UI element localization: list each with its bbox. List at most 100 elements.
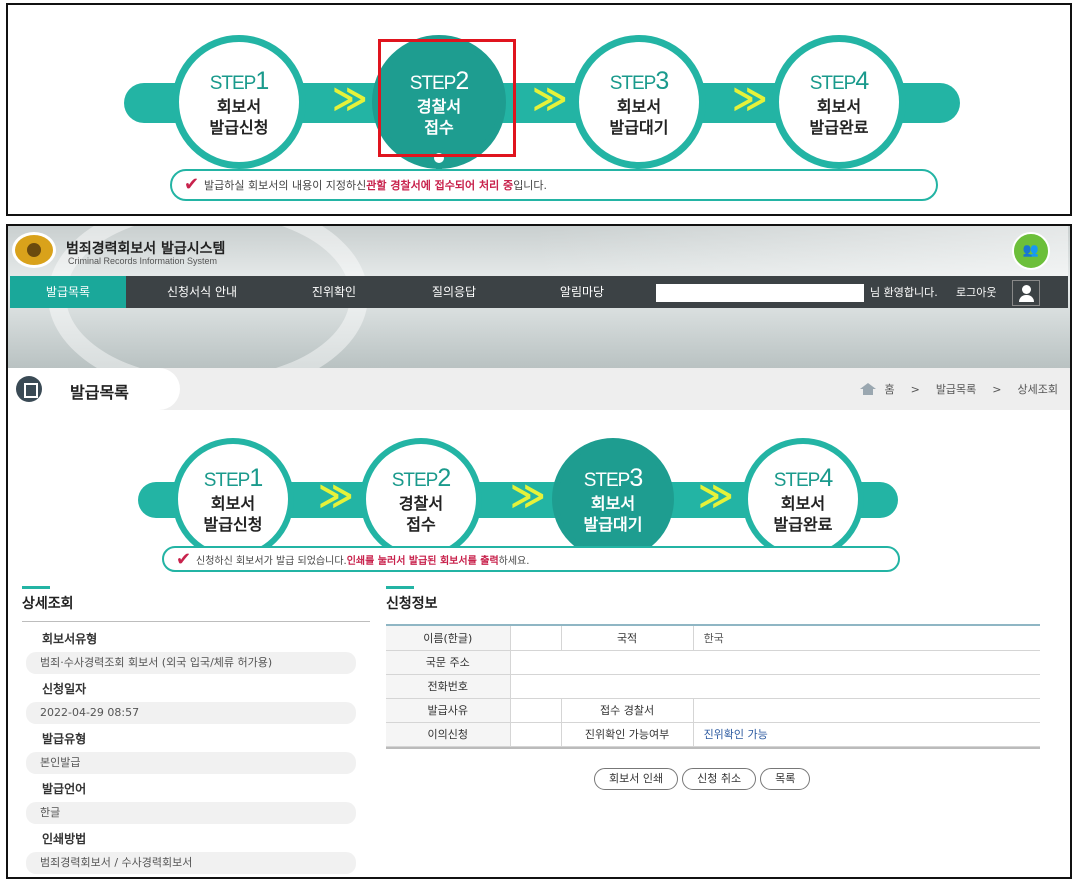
main-step-bar: STEP1 회보서 발급신청 ≫ STEP2 경찰서 접수 ≫ STEP3 회보… — [138, 438, 900, 574]
message-text: 신청하신 회보서가 발급 되었습니다. — [196, 555, 347, 567]
table-cell: 진위확인 가능 — [693, 722, 1040, 747]
step-number: 2 — [437, 463, 451, 492]
site-header: 범죄경력회보서 발급시스템 Criminal Records Informati… — [8, 226, 1070, 368]
main-step-3: STEP3 회보서 발급대기 — [552, 438, 674, 560]
step-label: STEP — [773, 469, 821, 491]
users-badge-icon[interactable]: 👥 — [1012, 232, 1050, 270]
nav-item-qna[interactable]: 질의응답 — [390, 276, 518, 308]
top-step-panel: STEP1 회보서 발급신청 ≫ STEP2 경찰서 접수 ≫ STEP3 회보… — [6, 3, 1072, 216]
top-step-3: STEP3 회보서 발급대기 — [572, 35, 706, 169]
step-line2: 접수 — [406, 514, 436, 534]
system-title[interactable]: 범죄경력회보서 발급시스템 — [66, 238, 225, 258]
check-icon: ✔ — [184, 174, 200, 195]
print-button[interactable]: 회보서 인쇄 — [594, 768, 679, 790]
step-label: STEP — [391, 469, 439, 491]
message-highlight: 인쇄를 눌러서 발급된 회보서를 출력 — [346, 555, 499, 567]
check-icon: ✔ — [176, 549, 192, 570]
nav-item-issue-list[interactable]: 발급목록 — [10, 276, 126, 308]
step-label: STEP — [809, 72, 857, 94]
info-table: 이름(한글) 국적 한국 국문 주소 전화번호 발급사유 접수 경찰서 이의신청 — [386, 624, 1040, 749]
table-row: 발급사유 접수 경찰서 — [386, 698, 1040, 723]
table-header-cell: 이의신청 — [386, 722, 511, 747]
table-header-cell: 진위확인 가능여부 — [561, 722, 694, 747]
step-line2: 발급대기 — [609, 117, 669, 137]
step-line1: 회보서 — [210, 493, 256, 513]
top-step-bar: STEP1 회보서 발급신청 ≫ STEP2 경찰서 접수 ≫ STEP3 회보… — [124, 35, 960, 214]
table-header-cell: 전화번호 — [386, 674, 511, 699]
home-icon[interactable] — [860, 383, 877, 395]
user-icon[interactable] — [1012, 280, 1040, 306]
table-row: 이름(한글) 국적 한국 — [386, 626, 1040, 651]
step-message: ✔ 발급하실 회보서의 내용이 지정하신 관할 경찰서에 접수되어 처리 중 입… — [170, 169, 938, 201]
redacted-username — [656, 284, 864, 302]
police-emblem-icon[interactable] — [12, 232, 56, 268]
top-step-1: STEP1 회보서 발급신청 — [172, 35, 306, 169]
app-screenshot-panel: 범죄경력회보서 발급시스템 Criminal Records Informati… — [6, 224, 1072, 879]
logout-link[interactable]: 로그아웃 — [956, 284, 996, 302]
detail-title: 상세조회 — [22, 593, 370, 622]
message-suffix: 하세요. — [498, 555, 530, 567]
step-label: STEP — [583, 469, 631, 491]
main-step-2: STEP2 경찰서 접수 — [360, 438, 482, 560]
step-message: ✔ 신청하신 회보서가 발급 되었습니다. 인쇄를 눌러서 발급된 회보서를 출… — [162, 546, 900, 572]
action-buttons: 회보서 인쇄 신청 취소 목록 — [594, 768, 814, 790]
message-highlight: 관할 경찰서에 접수되어 처리 중 — [366, 179, 514, 192]
list-button[interactable]: 목록 — [760, 768, 811, 790]
chevron-right-icon: ≫ — [318, 476, 353, 516]
step-number: 1 — [249, 463, 263, 492]
top-step-4: STEP4 회보서 발급완료 — [772, 35, 906, 169]
step-number: 4 — [855, 66, 869, 95]
step-label: STEP — [209, 72, 257, 94]
breadcrumb-home[interactable]: 홈 — [884, 381, 894, 397]
welcome-text: 님 환영합니다. — [870, 286, 938, 299]
step-line1: 회보서 — [816, 96, 862, 116]
cancel-request-button[interactable]: 신청 취소 — [682, 768, 757, 790]
detail-value: 2022-04-29 08:57 — [26, 702, 356, 724]
nav-item-verify[interactable]: 진위확인 — [278, 276, 390, 308]
table-header-cell: 접수 경찰서 — [561, 698, 694, 723]
breadcrumb: 홈 > 발급목록 > 상세조회 — [860, 381, 1058, 397]
section-accent — [386, 586, 414, 589]
step-label: STEP — [609, 72, 657, 94]
step-number: 4 — [819, 463, 833, 492]
step-line2: 발급완료 — [809, 117, 869, 137]
message-suffix: 입니다. — [513, 179, 548, 192]
step-line1: 경찰서 — [398, 493, 444, 513]
page-title: 발급목록 — [70, 383, 129, 402]
step-line1: 회보서 — [780, 493, 826, 513]
section-accent — [22, 586, 50, 589]
detail-section-header: 상세조회 — [22, 586, 370, 622]
chevron-right-icon: ≫ — [532, 79, 567, 119]
breadcrumb-separator: > — [910, 382, 920, 396]
table-row: 국문 주소 — [386, 650, 1040, 675]
nav-item-notice[interactable]: 알림마당 — [518, 276, 646, 308]
detail-label: 인쇄방법 — [42, 832, 87, 846]
step-number: 3 — [655, 66, 669, 95]
table-row: 전화번호 — [386, 674, 1040, 699]
table-header-cell: 이름(한글) — [386, 626, 511, 651]
table-cell — [693, 698, 1040, 723]
detail-value: 범죄·수사경력조회 회보서 (외국 입국/체류 허가용) — [26, 652, 356, 674]
step-label: STEP — [203, 469, 251, 491]
page-header: 발급목록 — [8, 368, 180, 410]
table-row: 이의신청 진위확인 가능여부 진위확인 가능 — [386, 722, 1040, 747]
table-header-cell: 국적 — [561, 626, 694, 651]
message-text: 발급하실 회보서의 내용이 지정하신 — [204, 179, 367, 192]
step-line2: 발급신청 — [209, 117, 269, 137]
breadcrumb-detail: 상세조회 — [1017, 383, 1058, 396]
main-step-1: STEP1 회보서 발급신청 — [172, 438, 294, 560]
step-line2: 발급완료 — [773, 514, 833, 534]
table-cell — [510, 722, 562, 747]
table-cell — [510, 626, 562, 651]
detail-value: 범죄경력회보서 / 수사경력회보서 — [26, 852, 356, 874]
detail-label: 발급유형 — [42, 732, 87, 746]
nav-item-form-guide[interactable]: 신청서식 안내 — [126, 276, 278, 308]
step-line2: 발급대기 — [583, 514, 643, 534]
table-cell — [510, 674, 1040, 699]
step-line1: 회보서 — [616, 96, 662, 116]
breadcrumb-issue-list[interactable]: 발급목록 — [936, 381, 976, 397]
detail-label: 발급언어 — [42, 782, 87, 796]
table-header-cell: 국문 주소 — [386, 650, 511, 675]
table-cell — [510, 650, 1040, 675]
step-number: 3 — [629, 463, 643, 492]
